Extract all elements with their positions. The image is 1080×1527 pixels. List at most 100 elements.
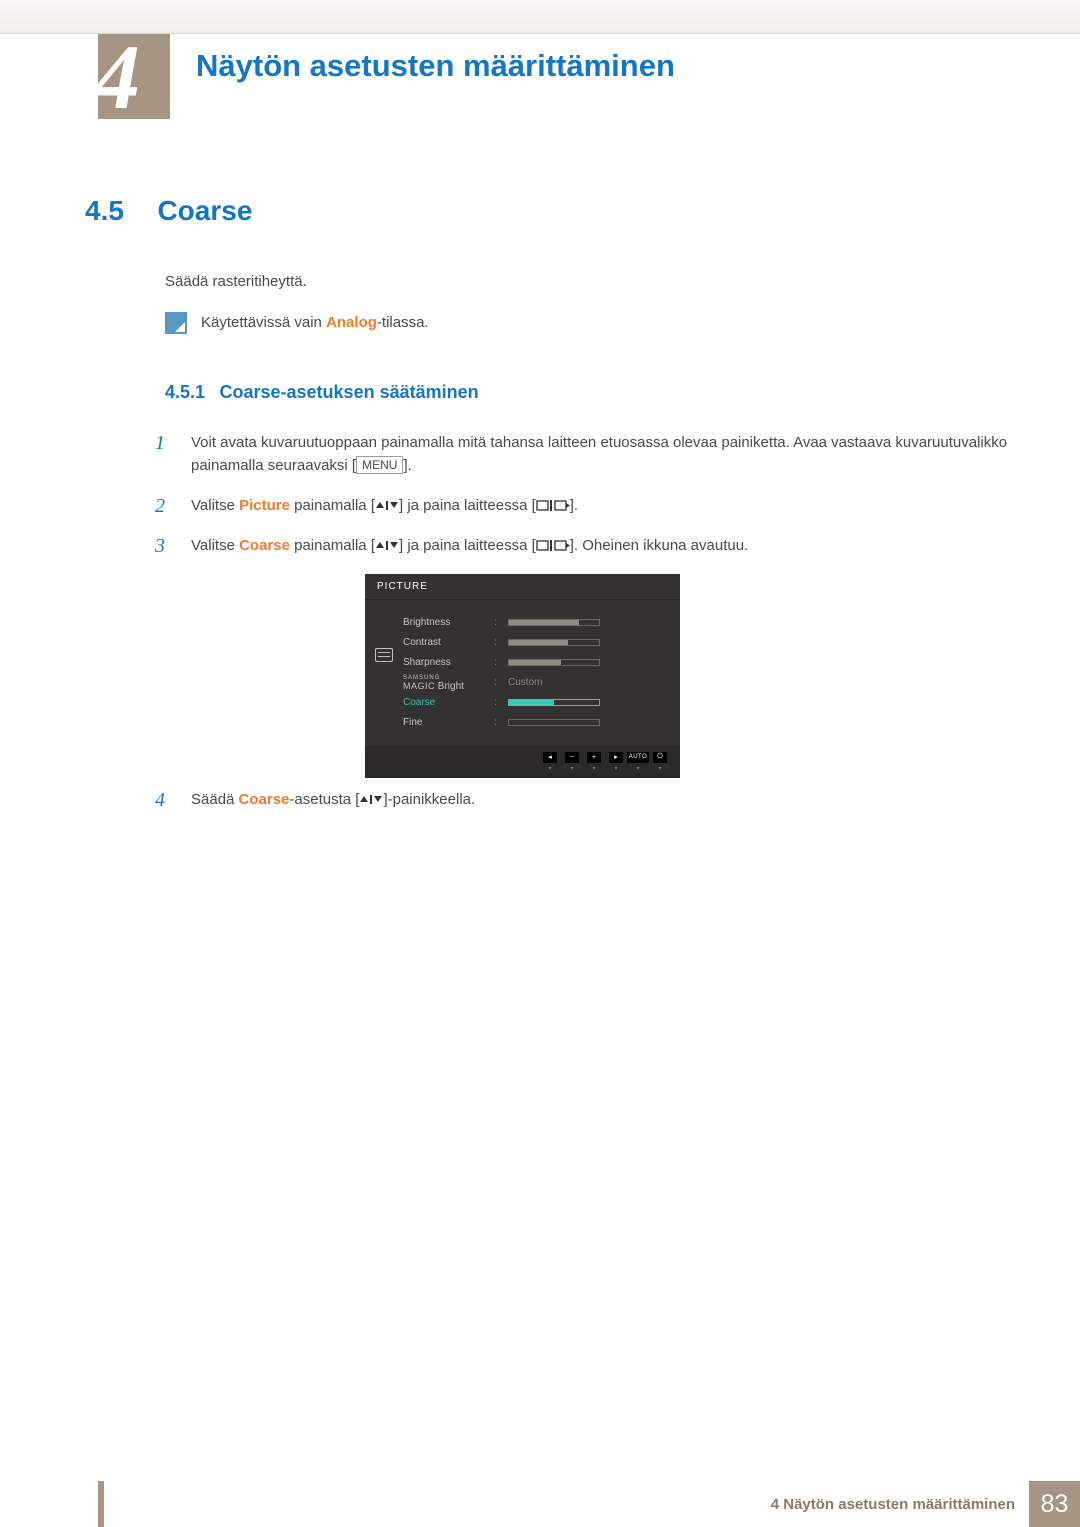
osd-label: SAMSUNG MAGIC Bright [403, 674, 488, 691]
text: -asetusta [ [289, 791, 359, 808]
text: painamalla [ [290, 537, 375, 554]
text: ]. [570, 497, 578, 514]
osd-title: PICTURE [365, 574, 680, 600]
text: Säädä [191, 791, 239, 808]
osd-row-magic-bright: SAMSUNG MAGIC Bright : Custom [403, 673, 666, 693]
note-text: Käytettävissä vain Analog-tilassa. [201, 312, 429, 331]
step-body: Valitse Coarse painamalla [ ] ja paina la… [191, 534, 1010, 557]
text: Valitse [191, 537, 239, 554]
section-number: 4.5 [85, 195, 153, 227]
text: ] ja paina laitteessa [ [399, 537, 536, 554]
osd-slider-fill [509, 620, 579, 625]
page-footer: 4 Näytön asetusten määrittäminen 83 [0, 1481, 1080, 1527]
osd-colon: : [494, 657, 502, 668]
footer-label: 4 Näytön asetusten määrittäminen [771, 1496, 1029, 1513]
osd-colon: : [494, 637, 502, 648]
osd-sidebar [365, 600, 403, 746]
step-number: 1 [155, 431, 173, 455]
chapter-number: 4 [94, 24, 140, 130]
osd-btn-power: ⏻▾ [650, 752, 670, 772]
osd-label: Fine [403, 717, 488, 728]
source-enter-icon [536, 539, 570, 552]
magic-suffix: Bright [435, 681, 464, 692]
source-enter-icon [536, 499, 570, 512]
step-2: 2 Valitse Picture painamalla [ ] ja paina… [155, 494, 1010, 518]
text: ]. [403, 457, 411, 474]
subsection-heading: 4.5.1 Coarse-asetuksen säätäminen [165, 382, 1010, 403]
osd-btn-minus: −▾ [562, 752, 582, 772]
up-down-arrow-icon [359, 794, 383, 805]
osd-slider [508, 719, 600, 726]
step-number: 2 [155, 494, 173, 518]
osd-btn-enter: ▸▾ [606, 752, 626, 772]
content-area: 4.5 Coarse Säädä rasteritiheyttä. Käytet… [85, 195, 1010, 828]
intro-text: Säädä rasteritiheyttä. [165, 273, 1010, 290]
text: Voit avata kuvaruutuoppaan painamalla mi… [191, 434, 1007, 474]
subsection-number: 4.5.1 [165, 382, 205, 403]
note-pre: Käytettävissä vain [201, 314, 326, 331]
step-body: Säädä Coarse-asetusta [ ]-painikkeella. [191, 788, 1010, 811]
osd-slider-fill [509, 700, 554, 705]
osd-btn-auto: AUTO▾ [628, 752, 648, 772]
osd-slider [508, 639, 600, 646]
osd-slider [508, 619, 600, 626]
osd-btn-plus: +▾ [584, 752, 604, 772]
osd-row-contrast: Contrast : [403, 633, 666, 653]
note-highlight: Analog [326, 314, 377, 331]
top-bar [0, 0, 1080, 34]
keyword: Coarse [239, 537, 290, 554]
step-1: 1 Voit avata kuvaruutuoppaan painamalla … [155, 431, 1010, 478]
subsection-title: Coarse-asetuksen säätäminen [220, 382, 479, 402]
menu-button-icon: MENU [356, 456, 403, 474]
step-body: Valitse Picture painamalla [ ] ja paina l… [191, 494, 1010, 517]
osd-colon: : [494, 617, 502, 628]
osd-colon: : [494, 677, 502, 688]
page-number: 83 [1029, 1481, 1080, 1527]
osd-slider [508, 659, 600, 666]
footer-bar: 4 Näytön asetusten määrittäminen 83 [771, 1481, 1080, 1527]
up-down-arrow-icon [375, 500, 399, 511]
osd-rows: Brightness : Contrast : Sharpness : [403, 600, 680, 746]
section-title: Coarse [157, 195, 252, 226]
text: ]-painikkeella. [383, 791, 475, 808]
osd-row-fine: Fine : [403, 713, 666, 733]
osd-label: Brightness [403, 617, 488, 628]
section-heading: 4.5 Coarse [85, 195, 1010, 227]
osd-value: Custom [508, 677, 564, 688]
keyword: Coarse [239, 791, 290, 808]
note-row: Käytettävissä vain Analog-tilassa. [165, 312, 1010, 334]
osd-slider-fill [509, 640, 568, 645]
footer-stripe [98, 1481, 104, 1527]
step-4: 4 Säädä Coarse-asetusta [ ]-painikkeella. [155, 788, 1010, 812]
step-body: Voit avata kuvaruutuoppaan painamalla mi… [191, 431, 1010, 478]
text: ]. Oheinen ikkuna avautuu. [570, 537, 748, 554]
steps-list: 1 Voit avata kuvaruutuoppaan painamalla … [155, 431, 1010, 812]
step-3: 3 Valitse Coarse painamalla [ ] ja paina … [155, 534, 1010, 558]
osd-body: Brightness : Contrast : Sharpness : [365, 600, 680, 746]
chapter-title: Näytön asetusten määrittäminen [196, 48, 675, 84]
up-down-arrow-icon [375, 540, 399, 551]
osd-footer: ◂▾ −▾ +▾ ▸▾ AUTO▾ ⏻▾ [365, 746, 680, 778]
magic-big: MAGIC [403, 681, 435, 691]
osd-row-brightness: Brightness : [403, 613, 666, 633]
osd-colon: : [494, 697, 502, 708]
osd-row-sharpness: Sharpness : [403, 653, 666, 673]
step-number: 4 [155, 788, 173, 812]
osd-menu: PICTURE Brightness : Contrast : [365, 574, 680, 778]
osd-btn-back: ◂▾ [540, 752, 560, 772]
osd-label: Sharpness [403, 657, 488, 668]
text: Valitse [191, 497, 239, 514]
osd-slider-active [508, 699, 600, 706]
keyword: Picture [239, 497, 290, 514]
picture-category-icon [375, 648, 393, 662]
note-post: -tilassa. [377, 314, 429, 331]
note-icon [165, 312, 187, 334]
osd-slider-fill [509, 660, 561, 665]
osd-label-active: Coarse [403, 697, 488, 708]
osd-label: Contrast [403, 637, 488, 648]
text: ] ja paina laitteessa [ [399, 497, 536, 514]
osd-row-coarse: Coarse : [403, 693, 666, 713]
step-number: 3 [155, 534, 173, 558]
text: painamalla [ [290, 497, 375, 514]
osd-colon: : [494, 717, 502, 728]
